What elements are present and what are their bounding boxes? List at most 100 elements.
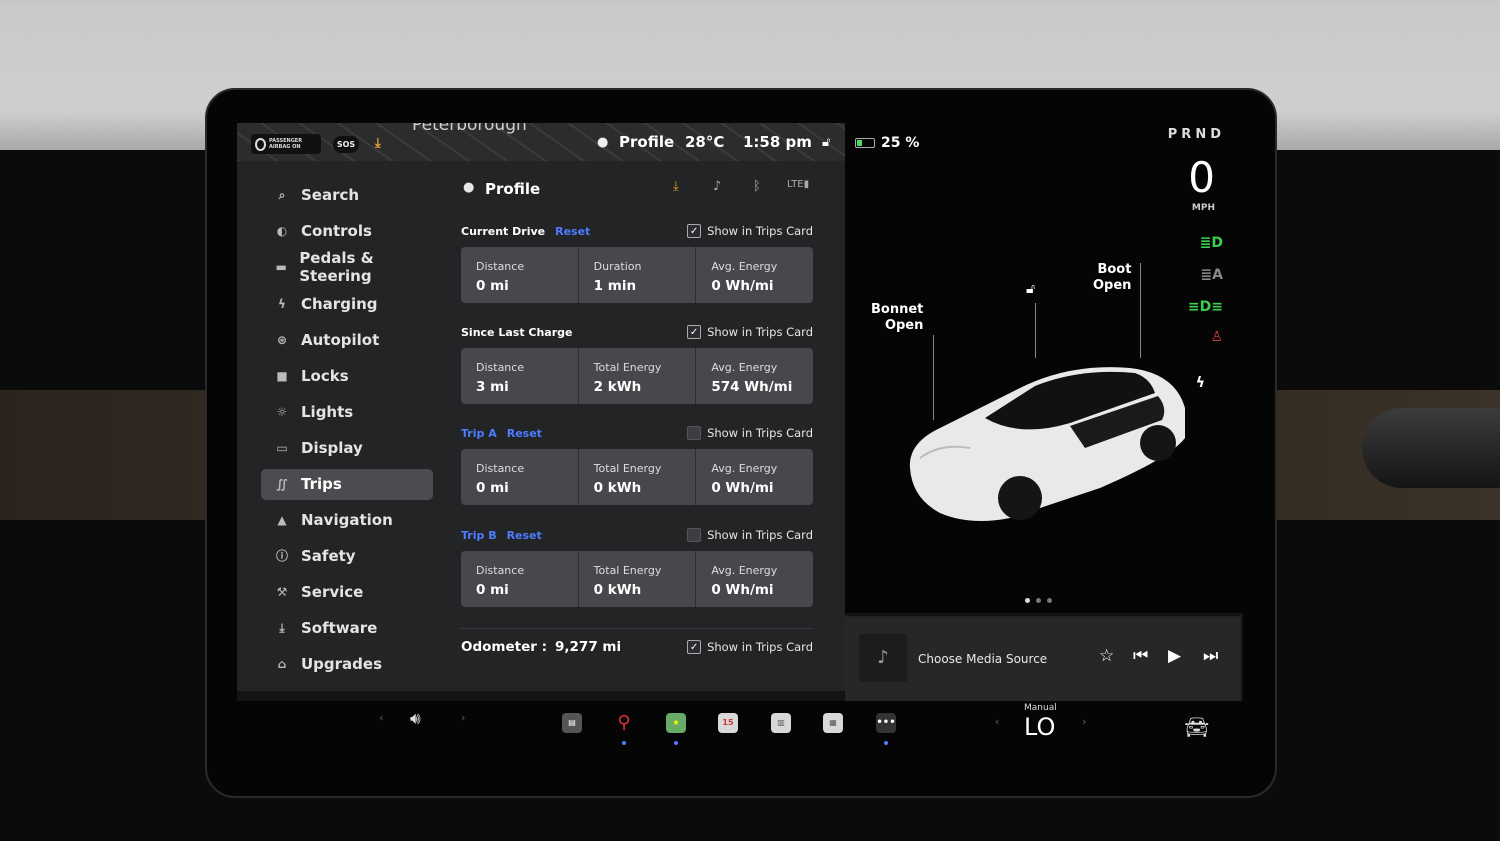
manual-icon[interactable]: ▥ [771,713,791,733]
climate-temperature[interactable]: LO [1024,713,1055,741]
bluetooth-icon[interactable]: ᛒ [753,179,761,194]
trip-a-section: Trip A Reset Show in Trips Card Distance… [461,425,813,505]
since-last-charge-section: Since Last Charge ✓ Show in Trips Card D… [461,324,813,404]
trip-b-section: Trip B Reset Show in Trips Card Distance… [461,527,813,607]
temp-down-chevron-icon[interactable]: ‹ [995,715,999,728]
show-in-trips-card-toggle[interactable]: ✓ Show in Trips Card [687,224,813,238]
gear-selector: PRND [1167,127,1225,142]
stat-label: Distance [476,361,525,374]
sidebar-item-pedals-steering[interactable]: ▬ Pedals & Steering [261,249,433,285]
content-header: ● Profile ⤓ ♪ ᛒ LTE▮ [461,173,813,205]
download-icon[interactable]: ⤓ [673,179,679,194]
trip-stats-card: Distance 0 mi Duration 1 min Avg. Energy 0 … [461,247,813,303]
sidebar-item-label: Charging [301,294,378,313]
stat-label: Distance [476,462,525,475]
sidebar-item-label: Locks [301,367,349,386]
checkbox-checked-icon[interactable]: ✓ [687,224,702,238]
profile-button[interactable]: Profile [619,133,674,151]
sidebar-item-software[interactable]: ⤓ Software [261,610,433,646]
trip-stats-card: Distance 0 mi Total Energy 0 kWh Avg. Ener… [461,551,813,607]
sidebar-item-lights[interactable]: ☼ Lights [261,394,433,430]
stat-label: Avg. Energy [711,361,778,374]
sidebar-item-controls[interactable]: ◐ Controls [261,213,433,249]
carousel-dot[interactable] [1047,598,1052,603]
carousel-dot[interactable] [1036,598,1041,603]
sidebar-item-label: Lights [301,403,354,422]
touchscreen: Peterborough PASSENGER AIRBAG ON SOS ⤓ ●… [237,123,1243,701]
show-in-trips-card-toggle[interactable]: Show in Trips Card [687,528,813,542]
download-icon: ⤓ [279,620,285,635]
odometer-value: 9,277 mi [555,639,622,655]
bonnet-callout[interactable]: Bonnet Open [871,302,923,334]
settings-panel: Peterborough PASSENGER AIRBAG ON SOS ⤓ ●… [237,123,845,691]
reset-trip-a-button[interactable]: Reset [507,427,542,440]
favorite-star-icon[interactable]: ☆ [1099,646,1114,666]
sidebar-item-display[interactable]: ▭ Display [261,430,433,466]
app-launcher-icon[interactable]: ▤ [562,713,582,733]
notes-icon[interactable]: ▦ [823,713,843,733]
checkbox-checked-icon[interactable]: ✓ [687,640,702,654]
sidebar-item-locks[interactable]: ■ Locks [261,358,433,394]
stat-label: Total Energy [593,462,662,475]
play-icon[interactable]: ▶ [1168,646,1181,666]
parking-lights-icon: ≡D≡ [1187,299,1223,315]
arcade-icon[interactable]: ★ [666,713,686,733]
boot-leader-line [1140,263,1141,358]
stat-label: Total Energy [593,361,662,374]
trip-stats-card: Distance 3 mi Total Energy 2 kWh Avg. Ener… [461,348,813,404]
stat-label: Total Energy [593,564,662,577]
steering-wheel-icon: ⊛ [276,332,288,347]
door-unlock-icon[interactable]: 🔓︎ [1026,281,1035,297]
airbag-status-badge: PASSENGER AIRBAG ON [251,134,321,154]
trip-stats-card: Distance 0 mi Total Energy 0 kWh Avg. Ener… [461,449,813,505]
unlock-icon[interactable]: 🔓︎ [822,135,830,150]
reset-current-drive-button[interactable]: Reset [555,225,590,238]
speed-unit: MPH [1191,203,1215,213]
sos-button[interactable]: SOS [333,136,359,153]
previous-track-icon[interactable]: ⏮︎ [1133,646,1148,666]
bell-icon[interactable]: ♪ [713,179,721,194]
volume-down-chevron-icon[interactable]: ‹ [379,711,383,724]
boot-callout[interactable]: Boot Open [1093,262,1131,294]
choose-media-source-button[interactable]: Choose Media Source [918,652,1047,666]
show-in-trips-card-toggle[interactable]: Show in Trips Card [687,426,813,440]
media-player: ♪ Choose Media Source ☆ ⏮︎ ▶ ⏭︎ [845,616,1241,701]
bolt-icon: ϟ [278,296,286,311]
volume-icon[interactable]: 🔊︎ [410,709,421,729]
boot-label: Boot [1097,262,1132,277]
active-indicator [674,741,678,745]
sidebar-item-safety[interactable]: ⓘ Safety [261,538,433,574]
map-status-bar[interactable]: Peterborough PASSENGER AIRBAG ON SOS ⤓ ●… [237,123,845,161]
car-controls-icon[interactable]: 🚘︎ [1184,715,1209,739]
checkbox-checked-icon[interactable]: ✓ [687,325,702,339]
safety-icon: ⓘ [275,549,288,564]
sidebar-item-service[interactable]: ⚒ Service [261,574,433,610]
carousel-dots[interactable] [1025,598,1052,603]
sidebar-item-search[interactable]: ⌕ Search [261,177,433,213]
bottom-dock: ‹ 🔊︎ › ▤ ⚲ ★ 15 ▥ ▦ ••• ‹ Manual LO › 🚘︎ [237,701,1243,771]
show-in-trips-card-toggle[interactable]: ✓ Show in Trips Card [687,640,813,654]
sidebar-item-navigation[interactable]: ▲ Navigation [261,502,433,538]
sidebar-item-label: Service [301,582,364,601]
temp-up-chevron-icon[interactable]: › [1082,715,1086,728]
show-in-trips-card-toggle[interactable]: ✓ Show in Trips Card [687,325,813,339]
checkbox-label: Show in Trips Card [707,224,813,238]
sidebar-item-trips[interactable]: ∬ Trips [261,468,433,500]
sidebar-item-label: Display [301,439,363,458]
reset-trip-b-button[interactable]: Reset [507,529,542,542]
sidebar-item-charging[interactable]: ϟ Charging [261,286,433,322]
next-track-icon[interactable]: ⏭︎ [1203,646,1218,666]
volume-up-chevron-icon[interactable]: › [461,711,465,724]
steering-stalk [1362,408,1500,488]
checkbox-unchecked-icon[interactable] [687,528,702,542]
stat-value: 0 mi [476,582,509,598]
checkbox-unchecked-icon[interactable] [687,426,702,440]
carousel-dot[interactable] [1025,598,1030,603]
download-icon[interactable]: ⤓ [375,136,381,151]
sidebar-item-autopilot[interactable]: ⊛ Autopilot [261,322,433,358]
sidebar-item-upgrades[interactable]: ⌂ Upgrades [261,646,433,682]
joystick-icon[interactable]: ⚲ [614,713,634,733]
sun-icon: ☼ [276,405,288,420]
calendar-icon[interactable]: 15 [718,713,738,733]
more-apps-icon[interactable]: ••• [876,713,896,733]
